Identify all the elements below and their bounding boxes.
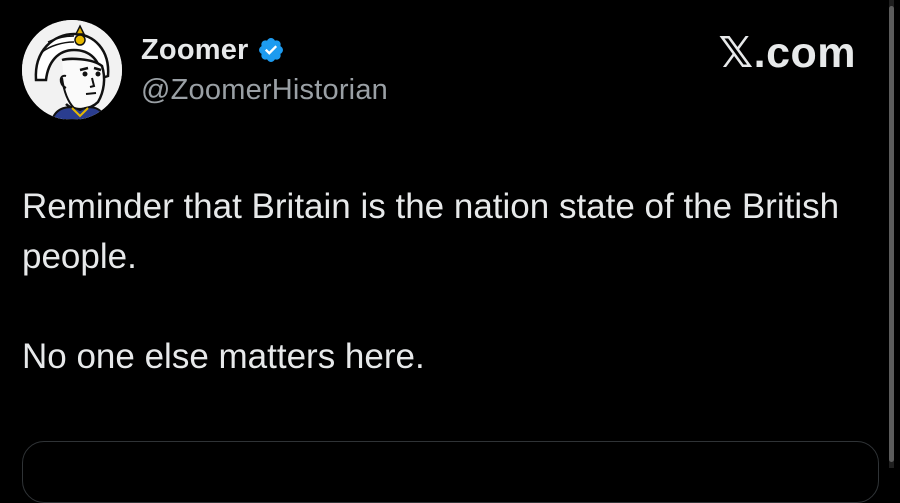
tweet-paragraph: No one else matters here. xyxy=(22,337,425,376)
scrollbar-thumb[interactable] xyxy=(889,6,894,462)
author-display-name[interactable]: Zoomer xyxy=(141,34,249,67)
tweet-paragraph: Reminder that Britain is the nation stat… xyxy=(22,187,840,276)
x-logo: 𝕏.com xyxy=(718,29,856,77)
verified-badge-icon[interactable] xyxy=(257,36,285,64)
author-name-row[interactable]: Zoomer xyxy=(141,30,285,70)
avatar[interactable] xyxy=(22,20,122,120)
soldier-avatar-icon xyxy=(22,20,122,120)
author-handle[interactable]: @ZoomerHistorian xyxy=(141,74,388,107)
tweet-text: Reminder that Britain is the nation stat… xyxy=(22,182,852,382)
quoted-post-card[interactable] xyxy=(22,441,879,503)
